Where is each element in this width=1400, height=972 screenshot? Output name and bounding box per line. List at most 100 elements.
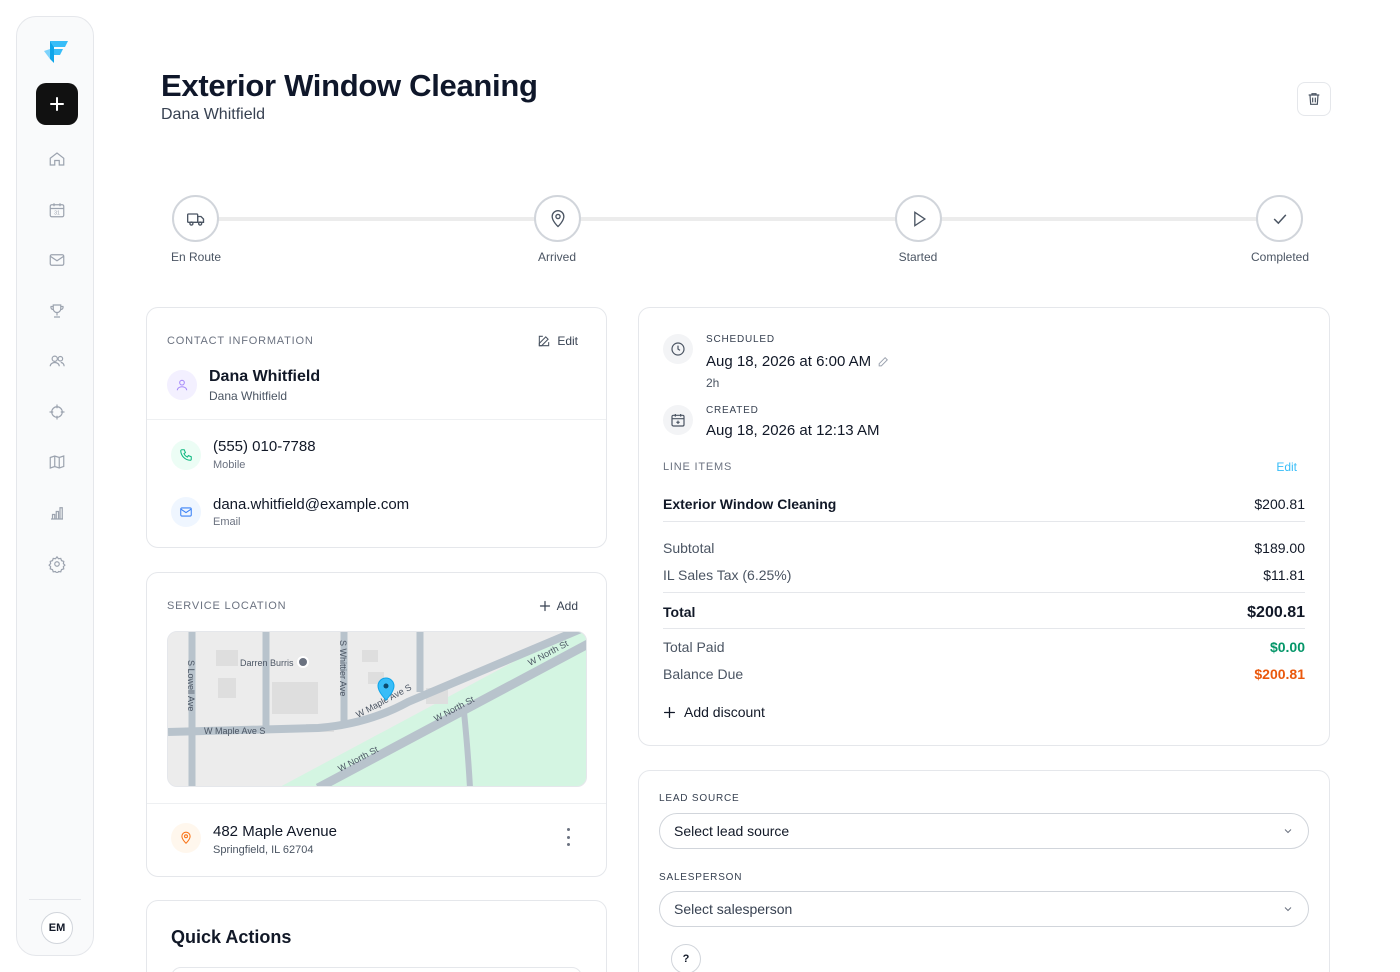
street-label-s-whittier: S Whittier Ave (338, 640, 348, 696)
contact-name: Dana Whitfield (209, 368, 321, 385)
calendar-icon-badge (663, 405, 693, 435)
contact-card: CONTACT INFORMATION Edit Dana Whitfield … (146, 307, 607, 548)
contact-section-label: CONTACT INFORMATION (167, 335, 314, 347)
user-avatar[interactable]: EM (41, 912, 73, 944)
scheduled-row: Aug 18, 2026 at 6:00 AM (706, 353, 890, 370)
tax-label: IL Sales Tax (6.25%) (663, 567, 792, 583)
clock-icon-badge (663, 334, 693, 364)
progress-track (196, 217, 1281, 221)
nav-map[interactable] (41, 446, 73, 478)
subtotal-row: Subtotal $189.00 (663, 540, 1305, 556)
trophy-icon (50, 304, 64, 318)
page-title: Exterior Window Cleaning (161, 68, 538, 103)
add-location-button[interactable]: Add (539, 599, 578, 613)
chevron-down-icon (1284, 829, 1292, 834)
quick-actions-card: Quick Actions (146, 900, 607, 972)
edit-contact-label: Edit (557, 334, 578, 348)
delete-job-button[interactable] (1297, 82, 1331, 116)
line-item-name: Exterior Window Cleaning (663, 496, 837, 512)
bar-chart-icon (51, 507, 63, 520)
location-map[interactable]: S Lowell Ave S Whittier Ave W Maple Ave … (167, 631, 587, 787)
phone-icon (180, 449, 192, 461)
location-section-label: SERVICE LOCATION (167, 600, 287, 612)
nav-reports[interactable] (41, 497, 73, 529)
check-icon (1273, 213, 1286, 224)
total-divider-top (663, 592, 1305, 593)
edit-line-items-button[interactable]: Edit (1276, 460, 1297, 474)
nav-trophy[interactable] (41, 295, 73, 327)
lead-source-select[interactable]: Select lead source (659, 813, 1309, 849)
pencil-icon[interactable] (877, 355, 890, 368)
tax-row: IL Sales Tax (6.25%) $11.81 (663, 567, 1305, 583)
location-divider (147, 803, 606, 804)
step-label-arrived: Arrived (537, 250, 576, 264)
location-city: Springfield, IL 62704 (213, 844, 314, 856)
contact-email[interactable]: dana.whitfield@example.com (213, 496, 409, 513)
contact-name-sub: Dana Whitfield (209, 389, 288, 403)
help-button[interactable]: ? (671, 944, 701, 972)
map-graphic: S Lowell Ave S Whittier Ave W Maple Ave … (168, 632, 586, 786)
play-icon (913, 210, 926, 227)
sidebar: 31 EM (16, 16, 94, 956)
lead-source-value: Select lead source (674, 823, 790, 839)
calendar-plus-icon (671, 414, 685, 427)
tax-value: $11.81 (1263, 567, 1305, 583)
contact-phone[interactable]: (555) 010-7788 (213, 438, 316, 455)
crosshair-icon (49, 404, 65, 420)
add-discount-label: Add discount (684, 704, 765, 720)
location-more-button[interactable] (562, 828, 574, 846)
more-vertical-icon (566, 828, 570, 831)
step-label-completed: Completed (1250, 250, 1310, 264)
nav-targets[interactable] (41, 396, 73, 428)
nav-mail[interactable] (41, 244, 73, 276)
poi-label: Darren Burris (240, 658, 294, 668)
balance-row: Balance Due $200.81 (663, 666, 1305, 682)
nav-customers[interactable] (41, 345, 73, 377)
home-icon (49, 152, 65, 166)
page-subtitle: Dana Whitfield (161, 106, 266, 123)
mail-icon (49, 254, 65, 266)
plus-icon (50, 97, 64, 111)
edit-icon (539, 335, 550, 347)
paid-value: $0.00 (1269, 639, 1305, 655)
line-item-amount: $200.81 (1254, 496, 1305, 512)
subtotal-label: Subtotal (663, 540, 715, 556)
nav-home[interactable] (41, 143, 73, 175)
svg-text:31: 31 (54, 211, 60, 217)
add-discount-button[interactable]: Add discount (663, 704, 765, 720)
lead-source-label: LEAD SOURCE (659, 793, 740, 804)
email-icon-badge (171, 497, 201, 527)
salesperson-label: SALESPERSON (659, 872, 743, 883)
step-started[interactable] (895, 195, 942, 242)
contact-email-type: Email (213, 516, 241, 528)
salesperson-select[interactable]: Select salesperson (659, 891, 1309, 927)
users-icon (49, 355, 65, 367)
step-arrived[interactable] (534, 195, 581, 242)
phone-icon-badge (171, 440, 201, 470)
paid-row: Total Paid $0.00 (663, 639, 1305, 655)
total-label: Total (663, 604, 696, 620)
chevron-down-icon (1284, 907, 1292, 912)
service-location-card: SERVICE LOCATION Add S Lowell Ave S Whit… (146, 572, 607, 877)
plus-icon (663, 706, 676, 718)
step-en-route[interactable] (172, 195, 219, 242)
subtotal-value: $189.00 (1254, 540, 1305, 556)
details-card: SCHEDULED Aug 18, 2026 at 6:00 AM 2h CRE… (638, 307, 1330, 746)
quick-actions-title: Quick Actions (171, 927, 292, 947)
truck-icon (186, 212, 204, 226)
contact-phone-type: Mobile (213, 459, 246, 471)
line-item-row[interactable]: Exterior Window Cleaning $200.81 (663, 496, 1305, 512)
total-row: Total $200.81 (663, 604, 1305, 622)
created-value: Aug 18, 2026 at 12:13 AM (706, 422, 880, 439)
scheduled-duration: 2h (706, 376, 720, 390)
edit-contact-button[interactable]: Edit (537, 334, 578, 348)
nav-calendar[interactable]: 31 (41, 194, 73, 226)
calendar-icon: 31 (49, 203, 65, 218)
quick-action-item[interactable] (171, 967, 582, 972)
add-location-label: Add (556, 599, 578, 613)
app-logo[interactable] (41, 37, 71, 67)
nav-settings[interactable] (41, 548, 73, 580)
contact-avatar (167, 370, 197, 400)
step-completed[interactable] (1256, 195, 1303, 242)
create-new-button[interactable] (36, 83, 78, 125)
